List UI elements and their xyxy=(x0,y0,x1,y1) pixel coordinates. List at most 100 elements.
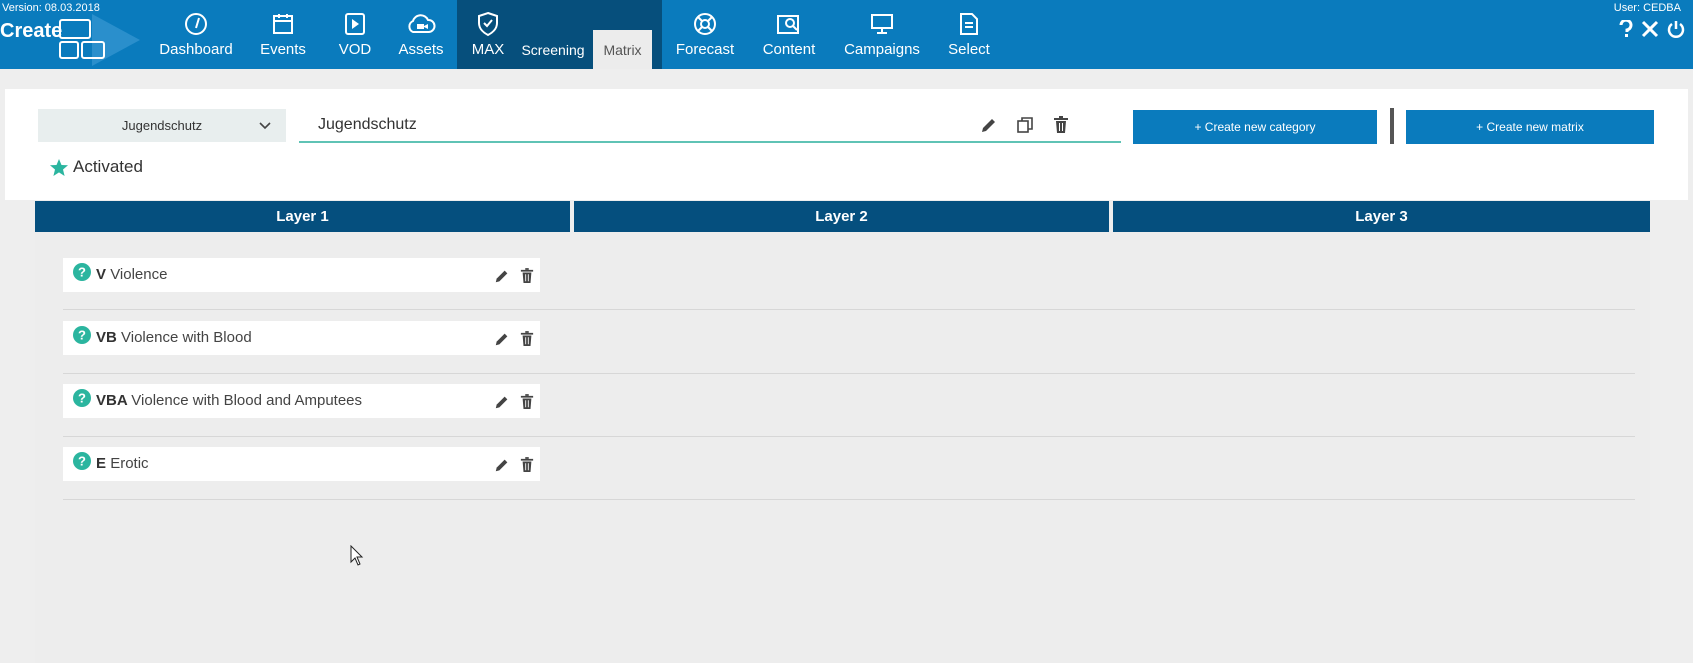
nav-vod[interactable]: VOD xyxy=(335,0,375,69)
category-name: Violence xyxy=(110,266,168,283)
subtab-screening-label: Screening xyxy=(521,41,585,58)
image-search-icon xyxy=(776,11,802,37)
copy-matrix-icon[interactable] xyxy=(1016,116,1034,134)
document-icon xyxy=(958,11,980,37)
nav-assets-label: Assets xyxy=(398,41,444,58)
category-card-vba[interactable]: ? VBA Violence with Blood and Amputees xyxy=(63,384,540,418)
nav-content-label: Content xyxy=(762,41,816,58)
delete-category-icon[interactable] xyxy=(520,268,534,284)
nav-dashboard[interactable]: Dashboard xyxy=(159,0,233,69)
category-label: V Violence xyxy=(96,266,167,283)
nav-forecast[interactable]: Forecast xyxy=(675,0,735,69)
power-icon[interactable] xyxy=(1667,20,1685,38)
nav-events[interactable]: Events xyxy=(258,0,308,69)
layer-3-label: Layer 3 xyxy=(1355,208,1408,225)
nav-max-label: MAX xyxy=(471,41,505,58)
logo-windows-icon xyxy=(59,19,105,59)
category-name: Violence with Blood and Amputees xyxy=(131,392,363,409)
edit-category-icon[interactable] xyxy=(494,394,510,410)
nav-campaigns[interactable]: Campaigns xyxy=(844,0,920,69)
category-label: VBA Violence with Blood and Amputees xyxy=(96,392,362,409)
shield-check-icon xyxy=(476,11,500,37)
activated-label: Activated xyxy=(73,157,143,176)
max-section: MAX Screening Matrix xyxy=(457,0,662,69)
category-name: Violence with Blood xyxy=(121,329,252,346)
edit-category-icon[interactable] xyxy=(494,331,510,347)
lifebuoy-icon xyxy=(693,11,717,37)
category-label: E Erotic xyxy=(96,455,149,472)
mouse-cursor-icon xyxy=(350,545,364,566)
subtab-matrix[interactable]: Matrix xyxy=(593,30,652,69)
category-card-v[interactable]: ? V Violence xyxy=(63,258,540,292)
calendar-icon xyxy=(271,11,295,37)
nav-vod-label: VOD xyxy=(338,41,372,58)
app-logo[interactable]: Create xyxy=(0,14,140,66)
collapse-icon[interactable] xyxy=(1641,20,1659,38)
delete-category-icon[interactable] xyxy=(520,457,534,473)
logo-text: Create xyxy=(0,20,63,42)
create-matrix-label: + Create new matrix xyxy=(1476,120,1584,134)
layer-2-label: Layer 2 xyxy=(815,208,868,225)
category-code: VBA xyxy=(96,392,128,409)
play-file-icon xyxy=(344,11,366,37)
matrix-header-panel: Jugendschutz + Create new category + Cre… xyxy=(5,89,1688,200)
nav-select-label: Select xyxy=(948,41,990,58)
row-divider xyxy=(63,436,1635,437)
nav-forecast-label: Forecast xyxy=(675,41,735,58)
subtab-matrix-label: Matrix xyxy=(603,41,642,58)
category-card-vb[interactable]: ? VB Violence with Blood xyxy=(63,321,540,355)
delete-matrix-icon[interactable] xyxy=(1053,116,1069,134)
svg-text:?: ? xyxy=(78,328,86,343)
help-circle-icon[interactable]: ? xyxy=(73,326,91,348)
svg-text:?: ? xyxy=(78,265,86,280)
row-divider xyxy=(63,499,1635,500)
category-code: V xyxy=(96,266,107,283)
window-controls xyxy=(1619,20,1685,38)
edit-category-icon[interactable] xyxy=(494,457,510,473)
help-icon[interactable] xyxy=(1619,20,1633,38)
category-card-e[interactable]: ? E Erotic xyxy=(63,447,540,481)
layer-1-header: Layer 1 xyxy=(35,201,570,232)
help-circle-icon[interactable]: ? xyxy=(73,263,91,285)
help-circle-icon[interactable]: ? xyxy=(73,452,91,474)
top-nav-bar: Version: 08.03.2018 User: CEDBA Create D… xyxy=(0,0,1693,69)
create-category-button[interactable]: + Create new category xyxy=(1133,110,1377,144)
edit-matrix-icon[interactable] xyxy=(980,116,998,134)
user-label: User: CEDBA xyxy=(1613,2,1681,14)
create-matrix-button[interactable]: + Create new matrix xyxy=(1406,110,1654,144)
delete-category-icon[interactable] xyxy=(520,394,534,410)
nav-dashboard-label: Dashboard xyxy=(159,41,233,58)
svg-text:?: ? xyxy=(78,454,86,469)
nav-select[interactable]: Select xyxy=(944,0,994,69)
matrix-select-value: Jugendschutz xyxy=(121,118,203,133)
chevron-down-icon xyxy=(258,119,272,134)
nav-assets[interactable]: Assets xyxy=(398,0,444,69)
delete-category-icon[interactable] xyxy=(520,331,534,347)
category-name: Erotic xyxy=(110,455,149,472)
category-code: VB xyxy=(96,329,117,346)
matrix-select[interactable]: Jugendschutz xyxy=(38,109,286,142)
nav-max[interactable]: MAX xyxy=(469,0,507,69)
svg-text:?: ? xyxy=(78,391,86,406)
star-icon xyxy=(50,158,68,176)
activated-status[interactable]: Activated xyxy=(50,157,143,177)
button-divider xyxy=(1390,108,1394,144)
nav-events-label: Events xyxy=(260,41,306,58)
cloud-video-icon xyxy=(406,11,436,37)
row-divider xyxy=(63,309,1635,310)
help-circle-icon[interactable]: ? xyxy=(73,389,91,411)
nav-content[interactable]: Content xyxy=(760,0,818,69)
category-code: E xyxy=(96,455,107,472)
layer-2-header: Layer 2 xyxy=(574,201,1109,232)
edit-category-icon[interactable] xyxy=(494,268,510,284)
layer-3-header: Layer 3 xyxy=(1113,201,1650,232)
subtab-screening[interactable]: Screening xyxy=(517,30,589,69)
create-category-label: + Create new category xyxy=(1194,120,1316,134)
version-label: Version: 08.03.2018 xyxy=(2,2,100,14)
monitor-icon xyxy=(869,11,895,37)
layer-1-label: Layer 1 xyxy=(276,208,329,225)
category-label: VB Violence with Blood xyxy=(96,329,252,346)
nav-campaigns-label: Campaigns xyxy=(844,41,920,58)
gauge-icon xyxy=(184,11,208,37)
row-divider xyxy=(63,373,1635,374)
